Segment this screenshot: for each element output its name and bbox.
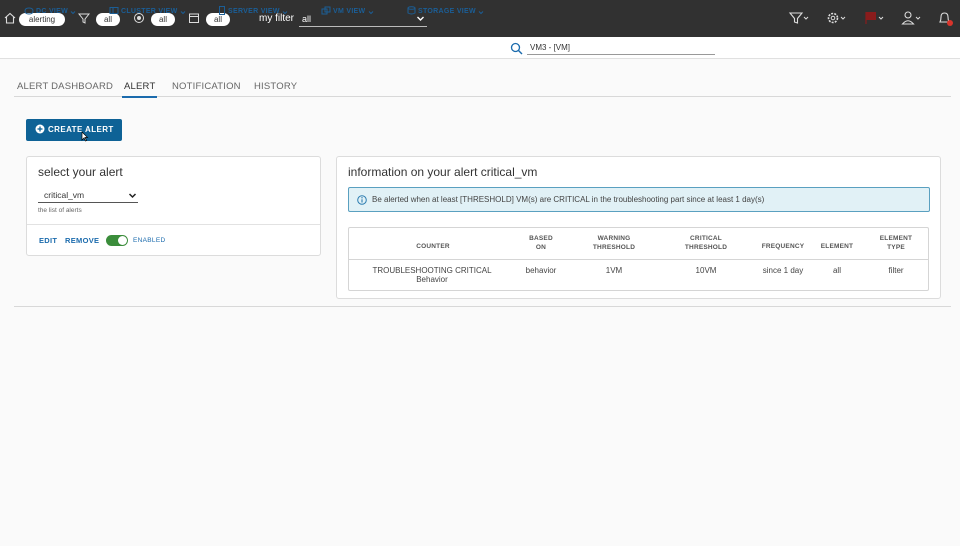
td-counter: TROUBLESHOOTING CRITICAL Behavior xyxy=(372,266,492,284)
nav-storage-view[interactable]: STORAGE VIEW xyxy=(407,6,486,18)
th-element: ELEMENT xyxy=(820,243,854,250)
alert-select[interactable]: critical_vm xyxy=(38,189,138,203)
chevron-down-icon xyxy=(128,193,137,199)
td-element: all xyxy=(832,266,841,275)
th-critical-threshold: CRITICAL THRESHOLD xyxy=(684,235,728,251)
th-counter: COUNTER xyxy=(416,243,450,250)
tab-alert[interactable]: ALERT xyxy=(121,81,158,98)
enabled-toggle[interactable] xyxy=(106,235,128,246)
info-circle-icon xyxy=(357,195,367,205)
th-based-on: BASED ON xyxy=(529,235,553,251)
alert-detail-table: COUNTER BASED ON WARNING THRESHOLD CRITI… xyxy=(348,227,929,291)
filter-menu-icon[interactable] xyxy=(788,10,810,26)
info-banner: Be alerted when at least [THRESHOLD] VM(… xyxy=(348,187,930,212)
td-frequency: since 1 day xyxy=(762,266,804,275)
td-critical-threshold: 10VM xyxy=(695,266,717,275)
alert-tabs: ALERT DASHBOARD ALERT NOTIFICATION HISTO… xyxy=(14,78,951,98)
search-icon[interactable] xyxy=(510,42,523,55)
server-icon xyxy=(219,6,225,15)
td-warning-threshold: 1VM xyxy=(605,266,623,275)
tab-alert-dashboard[interactable]: ALERT DASHBOARD xyxy=(17,81,113,92)
home-icon[interactable] xyxy=(3,11,17,25)
funnel-icon xyxy=(77,13,91,24)
info-banner-text: Be alerted when at least [THRESHOLD] VM(… xyxy=(372,195,765,204)
select-alert-card: select your alert critical_vm the list o… xyxy=(26,156,321,256)
vm-icon xyxy=(321,6,331,15)
my-filter-value: all xyxy=(302,14,312,24)
alert-select-value: critical_vm xyxy=(44,190,85,200)
alert-select-helper: the list of alerts xyxy=(38,207,82,214)
flag-icon[interactable] xyxy=(863,10,885,26)
td-based-on: behavior xyxy=(525,266,557,275)
select-alert-title: select your alert xyxy=(38,165,123,179)
tab-history[interactable]: HISTORY xyxy=(254,81,297,92)
bell-icon[interactable] xyxy=(936,10,956,28)
search-input[interactable] xyxy=(527,41,715,55)
toggle-knob xyxy=(118,236,127,245)
nav-cluster-view[interactable]: CLUSTER VIEW xyxy=(109,6,188,18)
plus-circle-icon xyxy=(35,124,45,134)
th-element-type: ELEMENT TYPE xyxy=(879,235,913,251)
datacenter-icon xyxy=(24,7,34,15)
th-frequency: FREQUENCY xyxy=(761,243,805,250)
remove-link[interactable]: REMOVE xyxy=(65,236,99,245)
user-icon[interactable] xyxy=(900,10,922,26)
alert-info-title: information on your alert critical_vm xyxy=(348,165,538,179)
mouse-cursor-icon xyxy=(81,131,89,142)
card-divider xyxy=(27,224,320,225)
nav-server-view[interactable]: SERVER VIEW xyxy=(218,6,290,18)
storage-icon xyxy=(407,6,416,15)
gear-icon[interactable] xyxy=(825,10,847,26)
nav-vm-view[interactable]: VM VIEW xyxy=(321,6,376,18)
enabled-label: ENABLED xyxy=(133,237,166,244)
notification-badge xyxy=(947,20,953,26)
edit-link[interactable]: EDIT xyxy=(39,236,57,245)
th-warning-threshold: WARNING THRESHOLD xyxy=(592,235,636,251)
view-nav-bar xyxy=(0,37,960,59)
td-element-type: filter xyxy=(888,266,904,275)
cluster-icon xyxy=(109,7,119,14)
create-alert-button[interactable]: CREATE ALERT xyxy=(26,119,122,141)
table-header: COUNTER BASED ON WARNING THRESHOLD CRITI… xyxy=(349,228,928,260)
calendar-icon xyxy=(189,13,199,23)
page-divider xyxy=(14,306,951,307)
alert-info-card: information on your alert critical_vm Be… xyxy=(336,156,941,299)
nav-dc-view[interactable]: DC VIEW xyxy=(24,6,78,18)
tab-notification[interactable]: NOTIFICATION xyxy=(172,81,241,92)
